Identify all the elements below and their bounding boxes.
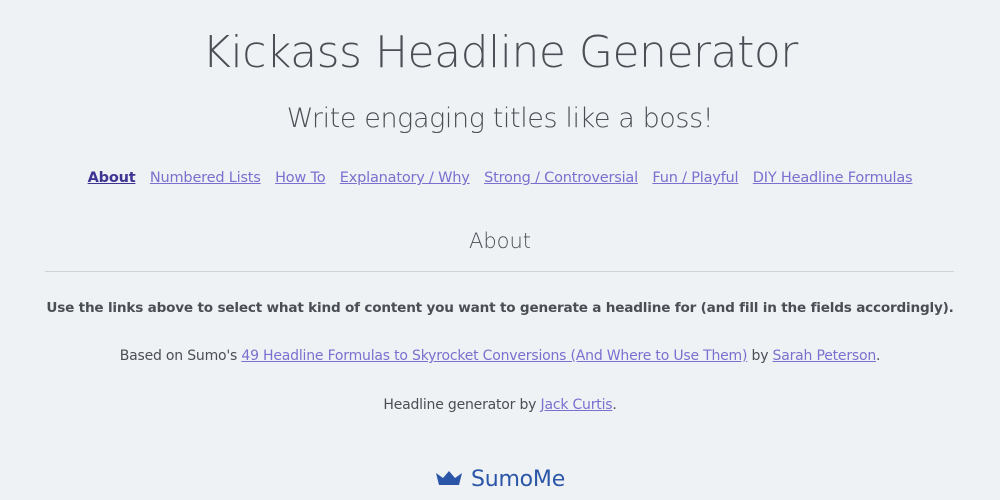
author-link-jack-curtis[interactable]: Jack Curtis	[541, 397, 613, 413]
page-title: Kickass Headline Generator	[202, 27, 798, 78]
section-title: About	[468, 229, 532, 253]
generator-credit: Headline generator by Jack Curtis.	[0, 395, 1000, 415]
category-nav: About Numbered Lists How To Explanatory …	[0, 168, 1000, 188]
nav-link-diy-headline-formulas[interactable]: DIY Headline Formulas	[753, 170, 913, 186]
crown-icon	[435, 470, 463, 490]
page-subtitle: Write engaging titles like a boss!	[286, 103, 714, 134]
section-divider	[45, 271, 954, 272]
source-credit-middle: by	[747, 348, 773, 364]
nav-link-about[interactable]: About	[88, 170, 136, 186]
source-credit: Based on Sumo's 49 Headline Formulas to …	[0, 346, 1000, 366]
article-link[interactable]: 49 Headline Formulas to Skyrocket Conver…	[241, 348, 747, 364]
nav-link-fun-playful[interactable]: Fun / Playful	[652, 170, 738, 186]
source-credit-prefix: Based on Sumo's	[119, 348, 242, 364]
page: Kickass Headline Generator Write engagin…	[0, 0, 1000, 500]
nav-link-strong-controversial[interactable]: Strong / Controversial	[484, 170, 638, 186]
generator-credit-prefix: Headline generator by	[383, 397, 541, 413]
author-link-sarah-peterson[interactable]: Sarah Peterson	[773, 348, 877, 364]
generator-credit-suffix: .	[612, 397, 617, 413]
nav-link-numbered-lists[interactable]: Numbered Lists	[150, 170, 261, 186]
nav-link-how-to[interactable]: How To	[275, 170, 326, 186]
brand-name: SumoMe	[470, 467, 566, 492]
nav-link-explanatory-why[interactable]: Explanatory / Why	[340, 170, 470, 186]
intro-text: Use the links above to select what kind …	[46, 300, 954, 316]
sumome-brand[interactable]: SumoMe	[0, 466, 1000, 494]
source-credit-suffix: .	[876, 348, 881, 364]
